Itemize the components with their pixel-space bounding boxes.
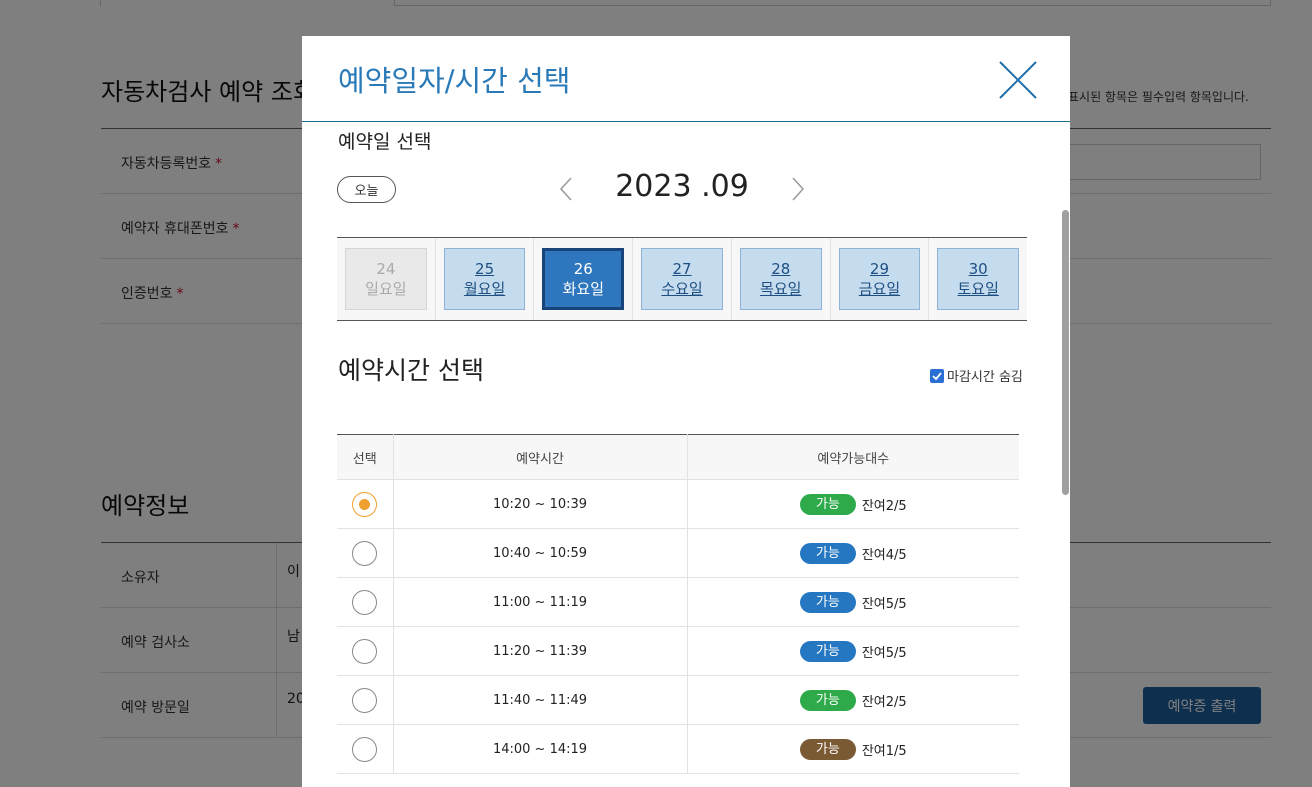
slot-availability: 가능 잔여4/5 (687, 528, 1019, 578)
hide-closed-toggle[interactable]: 마감시간 숨김 (930, 366, 1023, 385)
slot-select-cell (337, 675, 394, 725)
modal-scrollbar[interactable] (1062, 210, 1070, 495)
status-badge: 가능 (799, 542, 856, 564)
date-28[interactable]: 28 목요일 (739, 248, 822, 310)
scrollbar-thumb[interactable] (1062, 210, 1069, 495)
table-row[interactable]: 10:40 ~ 10:59 가능 잔여4/5 (337, 528, 1019, 578)
date-cell: 24 일요일 (337, 238, 436, 320)
remaining-count: 잔여1/5 (861, 743, 907, 759)
hide-closed-checkbox[interactable] (930, 368, 944, 383)
date-section-label: 예약일 선택 (338, 131, 432, 153)
date-time-modal: 예약일자/시간 선택 예약일 선택 오늘 2023 .09 24 일요일 25 … (302, 36, 1070, 787)
slot-select-cell (337, 528, 394, 578)
date-cell: 30 토요일 (929, 238, 1028, 320)
date-cell: 27 수요일 (633, 238, 732, 320)
date-25[interactable]: 25 월요일 (443, 248, 526, 310)
slot-availability: 가능 잔여2/5 (687, 479, 1019, 529)
slot-time: 11:20 ~ 11:39 (393, 626, 688, 676)
today-button[interactable]: 오늘 (337, 176, 396, 203)
slot-time: 11:00 ~ 11:19 (393, 577, 688, 627)
date-27[interactable]: 27 수요일 (641, 248, 723, 310)
prev-month-button[interactable] (554, 173, 578, 205)
slot-availability: 가능 잔여5/5 (687, 577, 1019, 627)
date-cell: 29 금요일 (830, 238, 930, 320)
slot-radio[interactable] (352, 736, 378, 762)
table-row[interactable]: 11:20 ~ 11:39 가능 잔여5/5 (337, 626, 1019, 676)
time-slot-table: 선택 예약시간 예약가능대수 10:20 ~ 10:39 가능 잔여2/5 10:… (337, 434, 1019, 774)
remaining-count: 잔여2/5 (861, 498, 907, 514)
remaining-count: 잔여4/5 (861, 547, 907, 563)
slot-radio[interactable] (352, 687, 378, 713)
table-header-row: 선택 예약시간 예약가능대수 (337, 434, 1019, 480)
date-strip: 24 일요일 25 월요일 26 화요일 27 수요일 28 목요일 29 금요… (337, 237, 1028, 321)
slot-availability: 가능 잔여2/5 (687, 675, 1019, 725)
column-header: 예약시간 (393, 434, 688, 480)
date-cell: 28 목요일 (731, 238, 831, 320)
chevron-right-icon (792, 177, 805, 201)
slot-select-cell (337, 724, 394, 774)
date-26[interactable]: 26 화요일 (542, 248, 625, 310)
table-row[interactable]: 14:00 ~ 14:19 가능 잔여1/5 (337, 724, 1019, 774)
table-row[interactable]: 11:00 ~ 11:19 가능 잔여5/5 (337, 577, 1019, 627)
slot-time: 10:20 ~ 10:39 (393, 479, 688, 529)
slot-radio[interactable] (352, 491, 378, 517)
time-section-title: 예약시간 선택 (338, 356, 484, 385)
column-header: 선택 (337, 434, 394, 480)
month-label: 2023 .09 (615, 169, 749, 204)
table-row[interactable]: 11:40 ~ 11:49 가능 잔여2/5 (337, 675, 1019, 725)
slot-select-cell (337, 577, 394, 627)
slot-time: 11:40 ~ 11:49 (393, 675, 688, 725)
status-badge: 가능 (799, 689, 856, 711)
status-badge: 가능 (799, 591, 856, 613)
date-30[interactable]: 30 토요일 (937, 248, 1020, 310)
table-row[interactable]: 10:20 ~ 10:39 가능 잔여2/5 (337, 479, 1019, 529)
date-29[interactable]: 29 금요일 (838, 248, 921, 310)
hide-closed-label: 마감시간 숨김 (947, 370, 1023, 385)
status-badge: 가능 (799, 640, 856, 662)
check-icon (932, 371, 942, 380)
slot-radio[interactable] (352, 638, 378, 664)
slot-time: 14:00 ~ 14:19 (393, 724, 688, 774)
status-badge: 가능 (799, 738, 856, 760)
close-button[interactable] (998, 60, 1038, 100)
remaining-count: 잔여2/5 (861, 694, 907, 710)
slot-select-cell (337, 479, 394, 529)
slot-availability: 가능 잔여5/5 (687, 626, 1019, 676)
modal-body: 예약일 선택 오늘 2023 .09 24 일요일 25 월요일 26 화요일 … (302, 123, 1070, 787)
close-icon (999, 61, 1037, 99)
slot-select-cell (337, 626, 394, 676)
date-24: 24 일요일 (345, 248, 427, 310)
next-month-button[interactable] (786, 173, 810, 205)
modal-title: 예약일자/시간 선택 (338, 64, 571, 98)
remaining-count: 잔여5/5 (861, 645, 907, 661)
remaining-count: 잔여5/5 (861, 596, 907, 612)
column-header: 예약가능대수 (687, 434, 1019, 480)
date-cell: 26 화요일 (534, 238, 634, 320)
date-cell: 25 월요일 (435, 238, 535, 320)
slot-availability: 가능 잔여1/5 (687, 724, 1019, 774)
slot-time: 10:40 ~ 10:59 (393, 528, 688, 578)
status-badge: 가능 (799, 493, 856, 515)
slot-radio[interactable] (352, 540, 378, 566)
chevron-left-icon (559, 177, 572, 201)
slot-radio[interactable] (352, 589, 378, 615)
modal-header: 예약일자/시간 선택 (302, 36, 1070, 122)
